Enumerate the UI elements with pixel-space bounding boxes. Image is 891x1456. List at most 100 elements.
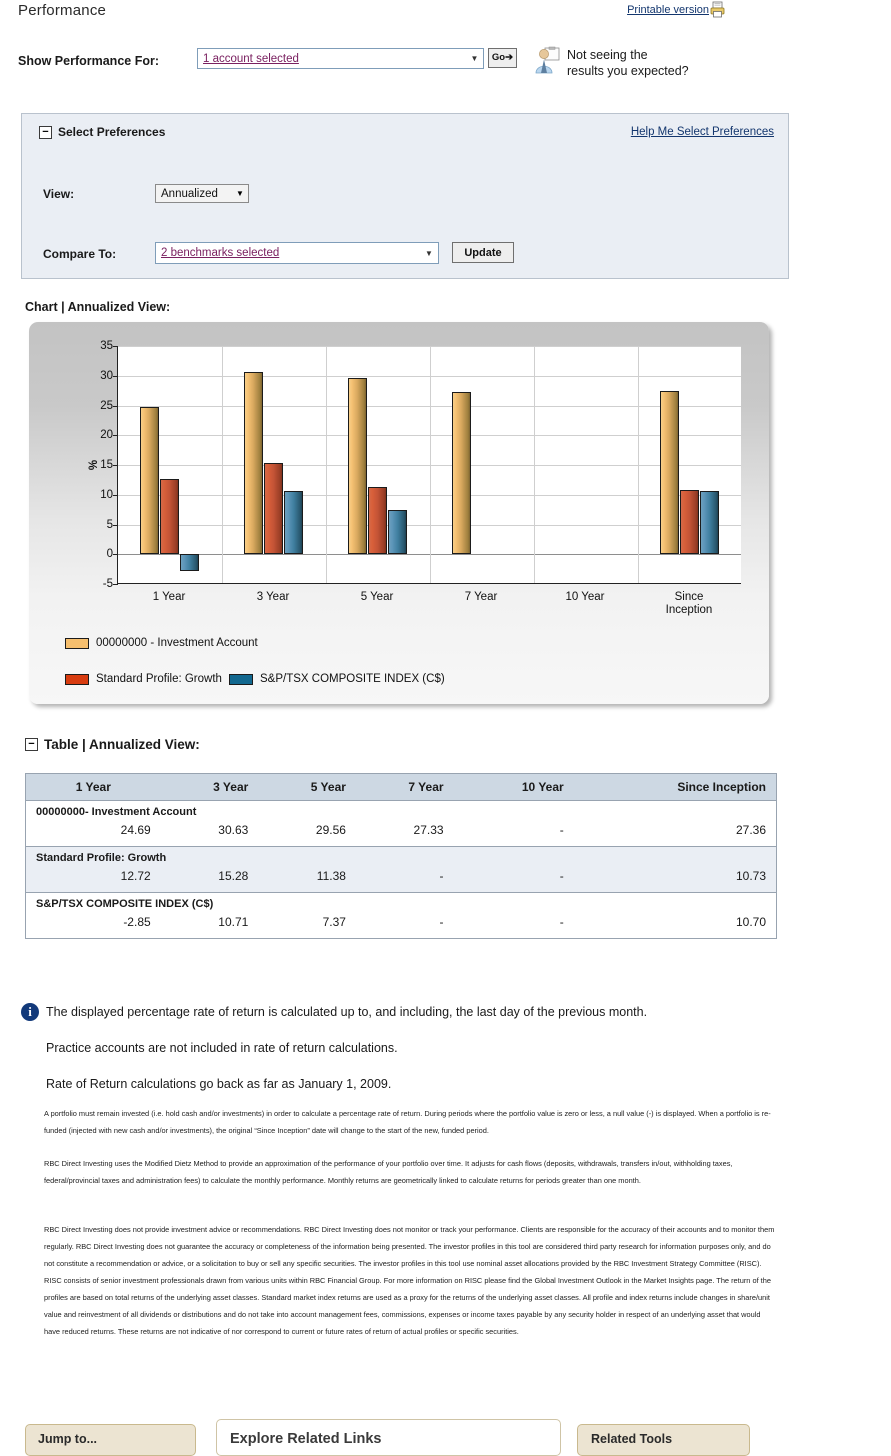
table-cell: 27.33 — [413, 823, 444, 837]
compare-to-label: Compare To: — [43, 247, 117, 261]
chart-y-tick-label: 30 — [100, 369, 113, 382]
table-row: 12.72 15.28 11.38- -10.73 — [25, 866, 777, 893]
account-select-value: 1 account selected — [203, 52, 299, 65]
disclaimer-note-1: The displayed percentage rate of return … — [46, 1005, 648, 1019]
table-cell: - — [439, 915, 444, 929]
table-column-header: 7 Year — [355, 773, 454, 801]
account-select[interactable]: 1 account selected ▼ — [197, 48, 484, 69]
table-heading: − Table | Annualized View: — [25, 737, 200, 752]
chart-x-tick-label: 1 Year — [152, 591, 186, 603]
chart-y-axis-label: % — [88, 459, 101, 471]
chart-legend-label: 00000000 - Investment Account — [96, 637, 258, 649]
table-body: 00000000- Investment Account 24.69 30.63 29… — [25, 801, 777, 939]
table-heading-label: Table | Annualized View: — [44, 737, 200, 752]
table-collapse-toggle-icon[interactable]: − — [25, 738, 38, 751]
table-row-name: 00000000- Investment Account — [36, 806, 197, 818]
chart-x-tick-label: Since Inception — [665, 591, 713, 616]
chart-y-tick-label: -5 — [102, 578, 113, 590]
table-row: 24.69 30.63 29.56 27.33 - 27.36 — [26, 820, 777, 847]
chart-y-tick-mark — [113, 554, 118, 556]
table-cell: 15.28 — [160, 866, 259, 893]
chart-y-tick-mark — [113, 524, 118, 526]
table-cell: 29.56 — [315, 823, 346, 837]
chart-y-tick-label: 35 — [100, 340, 113, 352]
chart-heading: Chart | Annualized View: — [25, 300, 171, 314]
table-cell: - — [559, 915, 564, 929]
related-tools-label: Related Tools — [591, 1432, 673, 1446]
benchmark-select[interactable]: 2 benchmarks selected ▼ — [155, 242, 439, 264]
chart-legend-label: Standard Profile: Growth — [96, 673, 222, 685]
table-row: 00000000- Investment Account — [26, 801, 777, 821]
chart-y-tick-mark — [113, 465, 118, 466]
chart-bar — [700, 490, 719, 555]
chart-bar — [160, 478, 179, 555]
chart-bar — [368, 486, 387, 555]
table-cell: 11.38 — [258, 866, 356, 893]
chart-y-tick-mark — [113, 584, 118, 585]
chart-y-tick-label: 10 — [100, 488, 113, 501]
chart-gridline-vertical — [430, 346, 431, 583]
chart-bar — [180, 554, 199, 572]
chart-legend-item: S&P/TSX COMPOSITE INDEX (C$) — [229, 673, 445, 685]
person-presenter-icon — [535, 46, 560, 74]
table-cell: 12.72 — [25, 866, 161, 893]
chart-bar — [140, 407, 159, 555]
view-label: View: — [43, 187, 75, 201]
table-row-name: Standard Profile: Growth — [25, 846, 777, 866]
collapse-toggle-icon[interactable]: − — [39, 125, 52, 139]
table-cell: 10.73 — [573, 866, 777, 893]
table-cell: -2.85 — [123, 915, 151, 929]
chart-y-tick-mark — [113, 405, 118, 407]
chevron-down-icon: ▼ — [470, 54, 479, 63]
chart-bar — [244, 372, 263, 555]
table-cell: 24.69 — [120, 823, 151, 837]
disclaimer-paragraph-3: RBC Direct Investing does not provide in… — [44, 1225, 775, 1336]
table-cell: - — [453, 866, 574, 893]
table-cell: - — [355, 866, 454, 893]
chart-bar — [660, 391, 679, 555]
performance-page: Performance Printable version Show Perfo… — [0, 0, 891, 1456]
show-performance-label: Show Performance For: — [18, 54, 159, 68]
not-seeing-line-2: results you expected? — [567, 64, 689, 78]
chart-gridline-vertical — [534, 346, 535, 583]
table-cell: 27.36 — [735, 823, 766, 837]
table-column-header: 5 Year — [258, 773, 356, 801]
table-column-header: 1 Year — [25, 773, 161, 801]
not-seeing-results-text: Not seeing the results you expected? — [567, 47, 689, 79]
help-me-select-preferences-link[interactable]: Help Me Select Preferences — [631, 126, 774, 138]
chart-y-tick-label: 15 — [100, 459, 113, 471]
table-cell: 7.37 — [322, 915, 346, 929]
chart-x-tick-label: 3 Year — [256, 591, 290, 603]
table-row: -2.85 10.71 7.37 - - 10.70 — [26, 912, 777, 939]
disclaimer-paragraph-1: A portfolio must remain invested (i.e. h… — [44, 1109, 771, 1135]
performance-chart: % -5 0 5 10 15 20 25 30 35 1 Year 3 Year 5 Year 7 Y… — [29, 322, 769, 704]
chart-y-tick-mark — [113, 494, 118, 496]
printer-icon[interactable] — [709, 1, 726, 18]
show-performance-row: Show Performance For: 1 account selected… — [18, 46, 878, 88]
printable-version-link[interactable]: Printable version — [627, 4, 709, 16]
table-cell: - — [559, 823, 564, 837]
jump-to-label: Jump to... — [38, 1432, 98, 1446]
chart-gridline-vertical — [326, 346, 327, 583]
chart-legend-item: Standard Profile: Growth — [65, 673, 222, 685]
chart-gridline-vertical — [222, 346, 223, 583]
disclaimer-note-3: Rate of Return calculations go back as f… — [46, 1077, 392, 1091]
chart-bar — [348, 378, 367, 555]
table-row-name: S&P/TSX COMPOSITE INDEX (C$) — [25, 892, 777, 912]
chart-legend-swatch — [65, 637, 89, 649]
chart-x-tick-label: 7 Year — [464, 591, 498, 603]
table-cell: 30.63 — [218, 823, 249, 837]
view-select[interactable]: Annualized ▼ — [155, 184, 249, 203]
table-cell: 10.70 — [735, 915, 766, 929]
chart-bar — [452, 391, 471, 555]
table-row: S&P/TSX COMPOSITE INDEX (C$) — [25, 892, 777, 912]
disclaimer-note-2: Practice accounts are not included in ra… — [46, 1041, 398, 1055]
chart-bar — [388, 510, 407, 555]
chart-x-tick-label: 5 Year — [360, 591, 394, 603]
select-preferences-title: Select Preferences — [58, 125, 166, 139]
chart-plot-area: -5 0 5 10 15 20 25 30 35 — [100, 340, 741, 590]
chart-x-tick-label: 10 Year — [565, 591, 605, 603]
disclaimer-paragraph-2: RBC Direct Investing uses the Modified D… — [44, 1159, 733, 1185]
go-button[interactable]: Go➔ — [488, 48, 517, 68]
update-button[interactable]: Update — [452, 242, 514, 263]
